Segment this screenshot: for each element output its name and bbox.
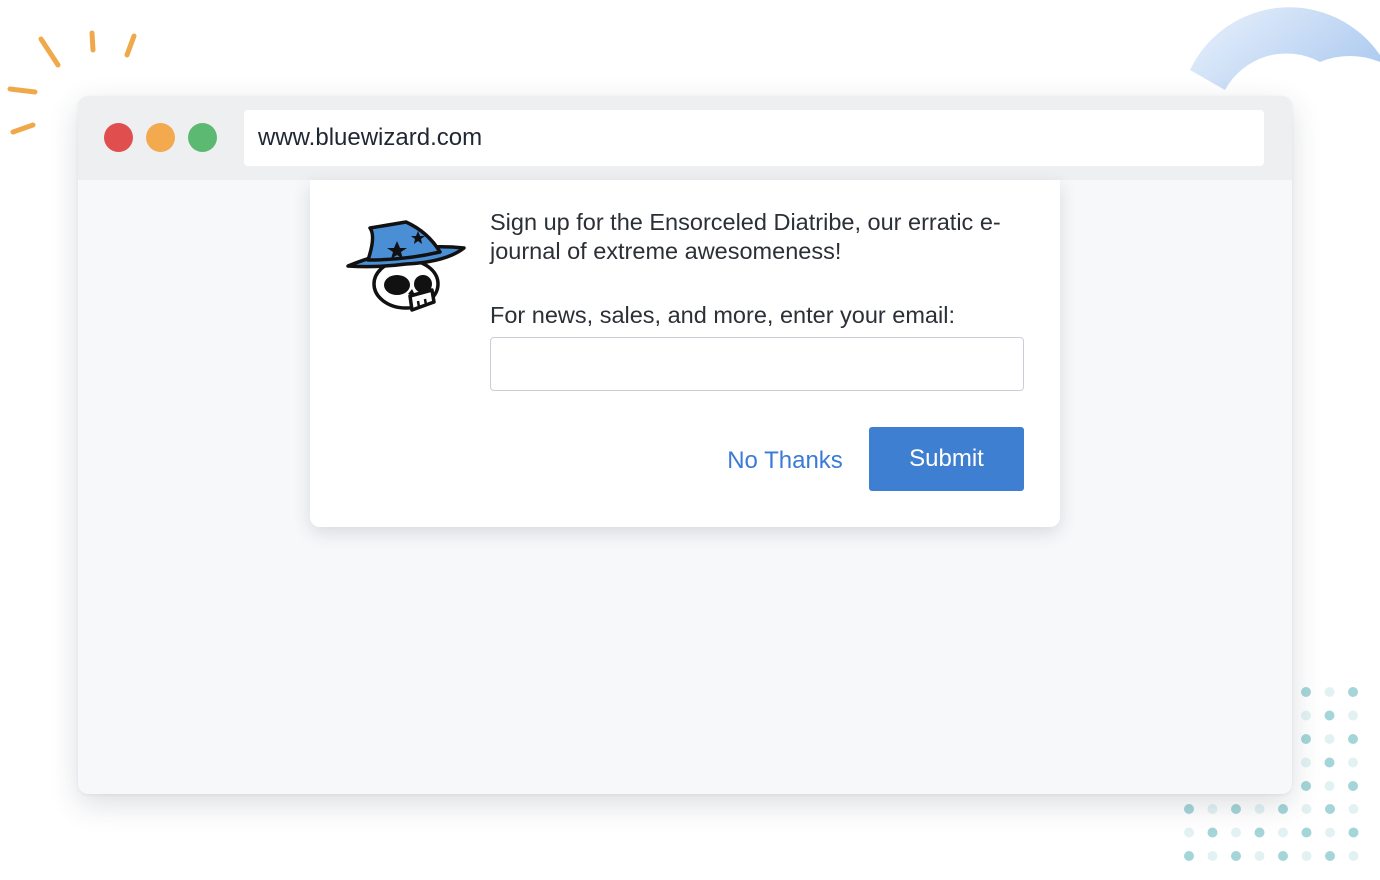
decoration-dot (1207, 851, 1218, 861)
decoration-dot (1348, 734, 1358, 744)
decoration-dot (1301, 687, 1311, 697)
decoration-dot (1301, 851, 1312, 861)
decoration-dot (1324, 687, 1335, 697)
decoration-dot (1325, 827, 1335, 838)
decoration-dot (1301, 734, 1311, 744)
decoration-dot (1254, 804, 1265, 814)
decoration-dot (1231, 804, 1241, 814)
decoration-dot (1301, 710, 1311, 721)
decoration-dot (1231, 827, 1241, 838)
email-field[interactable] (490, 337, 1024, 391)
close-window-button[interactable] (104, 123, 133, 152)
decoration-dot (1301, 757, 1311, 768)
decoration-dot (1348, 827, 1359, 838)
browser-toolbar: www.bluewizard.com (78, 96, 1292, 180)
decoration-dot (1254, 827, 1265, 838)
no-thanks-button[interactable]: No Thanks (720, 443, 850, 479)
decoration-dot (1348, 851, 1359, 861)
minimize-window-button[interactable] (146, 123, 175, 152)
signup-popup: Sign up for the Ensorceled Diatribe, our… (310, 180, 1060, 527)
decoration-dot (1324, 757, 1335, 768)
address-bar[interactable]: www.bluewizard.com (244, 110, 1264, 166)
submit-button[interactable]: Submit (869, 427, 1024, 491)
decoration-dot (1301, 781, 1311, 791)
maximize-window-button[interactable] (188, 123, 217, 152)
decoration-dot (1254, 851, 1265, 861)
decoration-dot (1348, 710, 1358, 721)
decoration-dot (1184, 851, 1194, 861)
decoration-dot (1278, 851, 1288, 861)
decoration-dot (1324, 710, 1335, 721)
decoration-dot (1184, 804, 1194, 814)
decoration-dot (1278, 804, 1288, 814)
decoration-dot (1301, 804, 1312, 814)
decoration-dot (1207, 827, 1218, 838)
popup-headline: Sign up for the Ensorceled Diatribe, our… (490, 209, 1001, 264)
decoration-dot (1348, 757, 1358, 768)
decoration-dot (1348, 804, 1359, 814)
decoration-dot (1324, 734, 1335, 744)
decoration-dot (1348, 781, 1358, 791)
decoration-dot (1348, 687, 1358, 697)
decoration-dot (1278, 827, 1288, 838)
decoration-dot (1301, 827, 1312, 838)
decoration-dot (1325, 851, 1335, 861)
decoration-dot (1231, 851, 1241, 861)
browser-window: www.bluewizard.com Sign up for the Ensor… (78, 96, 1292, 794)
decoration-dot (1324, 781, 1335, 791)
decoration-dot (1184, 827, 1194, 838)
decoration-dot (1207, 804, 1218, 814)
decoration-dot (1325, 804, 1335, 814)
email-prompt-label: For news, sales, and more, enter your em… (490, 302, 955, 328)
wizard-skull-icon (346, 220, 466, 312)
